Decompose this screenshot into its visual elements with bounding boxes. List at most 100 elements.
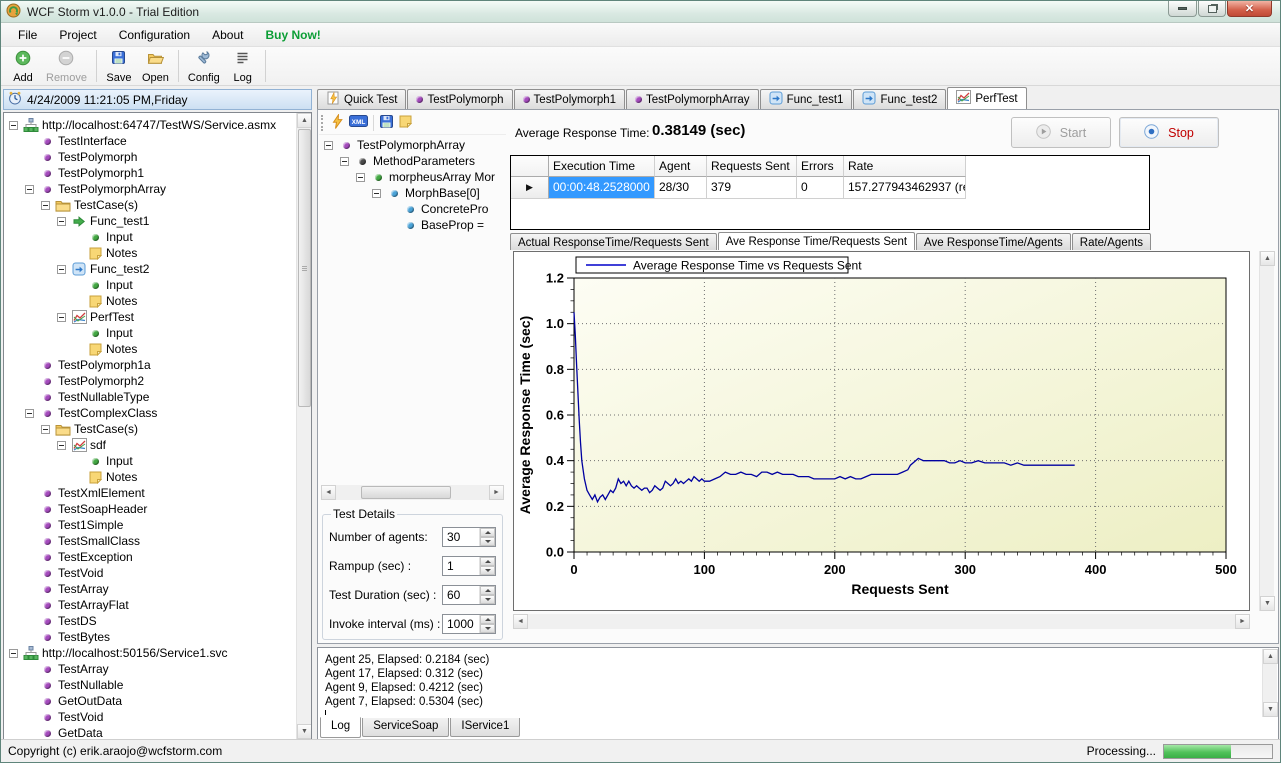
minimize-button[interactable] [1168,1,1197,17]
tree-item[interactable]: TestArray [6,581,311,597]
tree-expander-icon[interactable] [25,409,34,418]
save-button[interactable]: Save [101,47,137,85]
tab-rate-agents[interactable]: Rate/Agents [1072,233,1151,250]
tab-ave-response-time-requests-sent[interactable]: Ave Response Time/Requests Sent [718,232,915,250]
stop-button[interactable]: Stop [1119,117,1219,148]
spinner-down-icon[interactable] [480,566,495,575]
scroll-left-icon[interactable]: ◄ [321,485,336,500]
scroll-up-icon[interactable]: ▲ [297,113,312,128]
tree-item[interactable]: TestPolymorph [6,149,311,165]
log-button[interactable]: Log [225,47,261,85]
tab-perftest[interactable]: PerfTest [947,87,1026,109]
tree-item[interactable]: Input [6,277,311,293]
tree-expander-icon[interactable] [9,121,18,130]
lightning-icon[interactable] [331,114,344,132]
tree-expander-icon[interactable] [57,313,66,322]
tab-testpolymorph[interactable]: TestPolymorph [407,89,512,109]
tab-testpolymorpharray[interactable]: TestPolymorphArray [626,89,759,109]
open-button[interactable]: Open [137,47,174,85]
grid-cell[interactable]: 0 [797,177,844,199]
spinner-down-icon[interactable] [480,595,495,604]
scroll-right-icon[interactable]: ► [489,485,504,500]
tree-item[interactable]: TestPolymorph1a [6,357,311,373]
tree-item[interactable]: Func_test1 [6,213,311,229]
add-button[interactable]: Add [5,47,41,85]
spinner-value[interactable]: 1000 [443,615,479,633]
tree-item[interactable]: PerfTest [6,309,311,325]
tree-item[interactable]: sdf [6,437,311,453]
tree-item[interactable]: TestXmlElement [6,485,311,501]
tree-expander-icon[interactable] [57,441,66,450]
tree-expander-icon[interactable] [41,201,50,210]
menu-project[interactable]: Project [48,25,107,45]
grid-cell[interactable]: 379 [707,177,797,199]
tree-item[interactable]: TestVoid [6,709,311,725]
spinner-value[interactable]: 1 [443,557,479,575]
tree-item[interactable]: Test1Simple [6,517,311,533]
scrollbar-thumb[interactable] [298,129,311,407]
scroll-down-icon[interactable]: ▼ [1263,702,1278,717]
tree-item[interactable]: TestPolymorphArray [321,137,505,153]
restore-button[interactable] [1198,1,1226,17]
tree-expander-icon[interactable] [356,173,365,182]
scroll-down-icon[interactable]: ▼ [1260,596,1275,611]
tree-item[interactable]: TestComplexClass [6,405,311,421]
tree-item[interactable]: Notes [6,293,311,309]
spinner-down-icon[interactable] [480,624,495,633]
tree-item[interactable]: TestPolymorph1 [6,165,311,181]
tree-item[interactable]: Notes [6,245,311,261]
tab-servicesoap[interactable]: ServiceSoap [362,718,449,737]
tree-item[interactable]: Notes [6,469,311,485]
tree-item[interactable]: TestSmallClass [6,533,311,549]
tree-item[interactable]: TestPolymorphArray [6,181,311,197]
numeric-spinner[interactable]: 1000 [442,614,496,634]
spinner-up-icon[interactable] [480,615,495,624]
numeric-spinner[interactable]: 60 [442,585,496,605]
grid-col-header[interactable]: Execution Time [549,156,655,177]
spinner-down-icon[interactable] [480,537,495,546]
log-scrollbar[interactable]: ▲ ▼ [1262,649,1277,717]
menu-file[interactable]: File [7,25,48,45]
scroll-down-icon[interactable]: ▼ [297,724,312,739]
tree-item[interactable]: TestCase(s) [6,421,311,437]
save-icon[interactable] [379,114,394,132]
tree-expander-icon[interactable] [9,649,18,658]
tree-item[interactable]: GetData [6,725,311,740]
scroll-right-icon[interactable]: ► [1235,614,1250,629]
spinner-value[interactable]: 30 [443,528,479,546]
tree-item[interactable]: TestPolymorph2 [6,373,311,389]
tree-expander-icon[interactable] [25,185,34,194]
menu-configuration[interactable]: Configuration [108,25,201,45]
menu-about[interactable]: About [201,25,254,45]
tab-quick-test[interactable]: Quick Test [317,89,406,109]
tab-log[interactable]: Log [320,717,361,738]
tab-actual-responsetime-requests-sent[interactable]: Actual ResponseTime/Requests Sent [510,233,717,250]
tree-item[interactable]: TestException [6,549,311,565]
tree-item[interactable]: http://localhost:50156/Service1.svc [6,645,311,661]
scroll-up-icon[interactable]: ▲ [1260,251,1275,266]
tree-item[interactable]: GetOutData [6,693,311,709]
grid-cell[interactable]: 157.277943462937 (req/min) [844,177,966,199]
spinner-up-icon[interactable] [480,557,495,566]
tree-expander-icon[interactable] [324,141,333,150]
tree-expander-icon[interactable] [41,425,50,434]
tree-item[interactable]: TestArrayFlat [6,597,311,613]
tab-iservice1[interactable]: IService1 [450,718,520,737]
tab-func-test1[interactable]: Func_test1 [760,89,853,109]
chart-vscrollbar[interactable]: ▲ ▼ [1259,251,1274,611]
tree-expander-icon[interactable] [340,157,349,166]
tree-item[interactable]: Input [6,229,311,245]
tree-item[interactable]: TestBytes [6,629,311,645]
tree-item[interactable]: Func_test2 [6,261,311,277]
remove-button[interactable]: Remove [41,47,92,85]
scrollbar-thumb[interactable] [361,486,451,499]
grid-row[interactable]: ▶00:00:48.252800028/303790157.2779434629… [511,177,1149,199]
grid-cell[interactable]: 28/30 [655,177,707,199]
tree-item[interactable]: MorphBase[0] [321,185,505,201]
service-tree-scrollbar[interactable]: ▲ ▼ [296,113,311,739]
tree-item[interactable]: Input [6,325,311,341]
tree-item[interactable]: TestCase(s) [6,197,311,213]
grid-col-header[interactable]: Requests Sent [707,156,797,177]
close-button[interactable]: ✕ [1227,1,1272,17]
tree-item[interactable]: TestInterface [6,133,311,149]
